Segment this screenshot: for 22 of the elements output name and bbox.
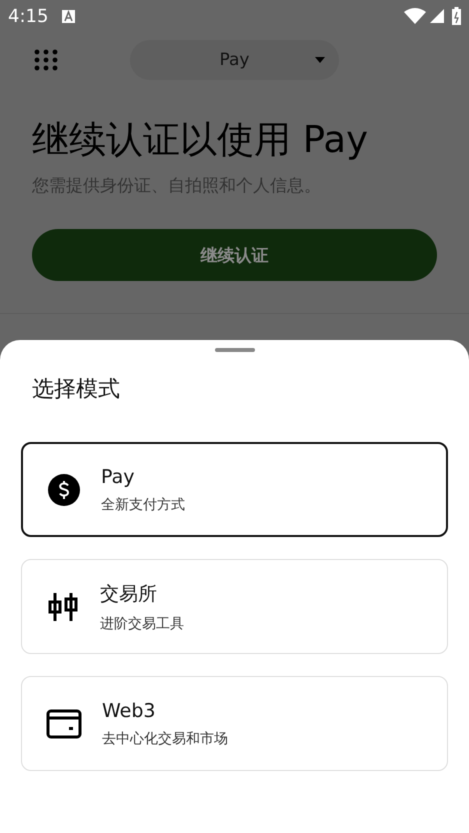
dollar-icon [47, 472, 81, 507]
mode-description: 去中心化交易和市场 [102, 730, 228, 748]
status-time: 4:15 [8, 6, 48, 26]
mode-option[interactable]: Pay 全新支付方式 [21, 442, 448, 538]
mode-option[interactable]: Web3 去中心化交易和市场 [21, 676, 448, 772]
mode-description: 全新支付方式 [101, 496, 185, 514]
wifi-icon [404, 8, 426, 24]
continue-verification-button[interactable]: 继续认证 [32, 229, 437, 282]
notification-icon [62, 10, 76, 22]
page-title: 继续认证以使用 Pay [32, 118, 369, 162]
app-grid-icon[interactable] [34, 49, 58, 71]
mode-title: Pay [101, 466, 136, 488]
mode-option[interactable]: 交易所 进阶交易工具 [21, 559, 448, 654]
signal-icon [430, 9, 444, 23]
drag-handle[interactable] [214, 348, 254, 352]
sheet-title: 选择模式 [32, 376, 121, 404]
mode-title: Web3 [102, 700, 157, 722]
wallet-icon [46, 708, 82, 739]
mode-title: 交易所 [100, 582, 158, 607]
battery-icon [452, 7, 461, 25]
caret-icon [315, 57, 325, 63]
mode-description: 进阶交易工具 [100, 614, 184, 633]
